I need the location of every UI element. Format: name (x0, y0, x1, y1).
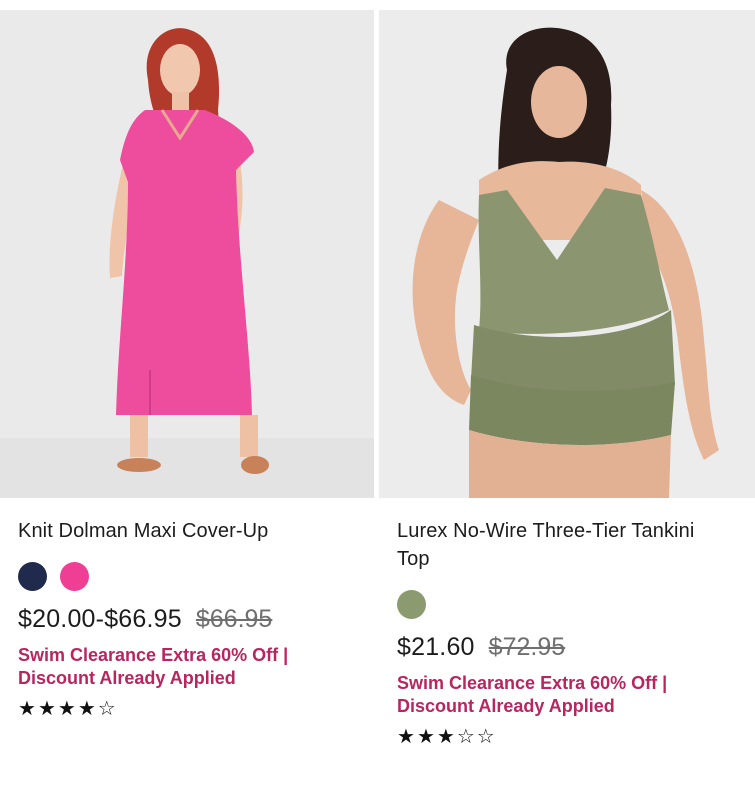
product-card[interactable]: Lurex No-Wire Three-Tier Tankini Top $21… (379, 10, 755, 748)
color-swatches (397, 589, 745, 619)
promo-text: Swim Clearance Extra 60% Off | Discount … (18, 645, 289, 688)
price-row: $20.00-$66.95 $66.95 (18, 605, 364, 634)
sale-price: $21.60 (397, 633, 475, 661)
color-swatches (18, 561, 364, 591)
product-name[interactable]: Knit Dolman Maxi Cover-Up (18, 517, 364, 545)
sale-price: $20.00-$66.95 (18, 605, 182, 633)
color-swatch-pink[interactable] (60, 561, 89, 591)
promo-text: Swim Clearance Extra 60% Off | Discount … (397, 673, 668, 716)
star-filled-icon: ★ (397, 724, 415, 748)
rating-stars: ★ ★ ★ ★ ☆ (18, 696, 364, 720)
star-empty-icon: ☆ (456, 724, 475, 748)
price-row: $21.60 $72.95 (397, 633, 745, 662)
product-image[interactable] (0, 10, 374, 498)
star-filled-icon: ★ (18, 696, 36, 720)
star-filled-icon: ★ (37, 696, 56, 720)
rating-stars: ★ ★ ★ ☆ ☆ (397, 724, 745, 748)
original-price: $66.95 (195, 605, 273, 633)
star-empty-icon: ☆ (476, 724, 495, 748)
product-grid: Knit Dolman Maxi Cover-Up $20.00-$66.95 … (0, 0, 755, 800)
color-swatch-navy[interactable] (18, 561, 47, 591)
color-swatch-olive[interactable] (397, 589, 426, 619)
product-photo-placeholder (379, 10, 755, 498)
star-filled-icon: ★ (57, 696, 76, 720)
star-filled-icon: ★ (416, 724, 435, 748)
product-image[interactable] (379, 10, 755, 498)
product-card[interactable]: Knit Dolman Maxi Cover-Up $20.00-$66.95 … (0, 10, 374, 720)
star-filled-icon: ★ (77, 696, 96, 720)
product-name[interactable]: Lurex No-Wire Three-Tier Tankini Top (397, 517, 697, 573)
original-price: $72.95 (488, 633, 566, 661)
product-photo-placeholder (0, 10, 374, 498)
star-filled-icon: ★ (436, 724, 455, 748)
star-empty-icon: ☆ (97, 696, 116, 720)
